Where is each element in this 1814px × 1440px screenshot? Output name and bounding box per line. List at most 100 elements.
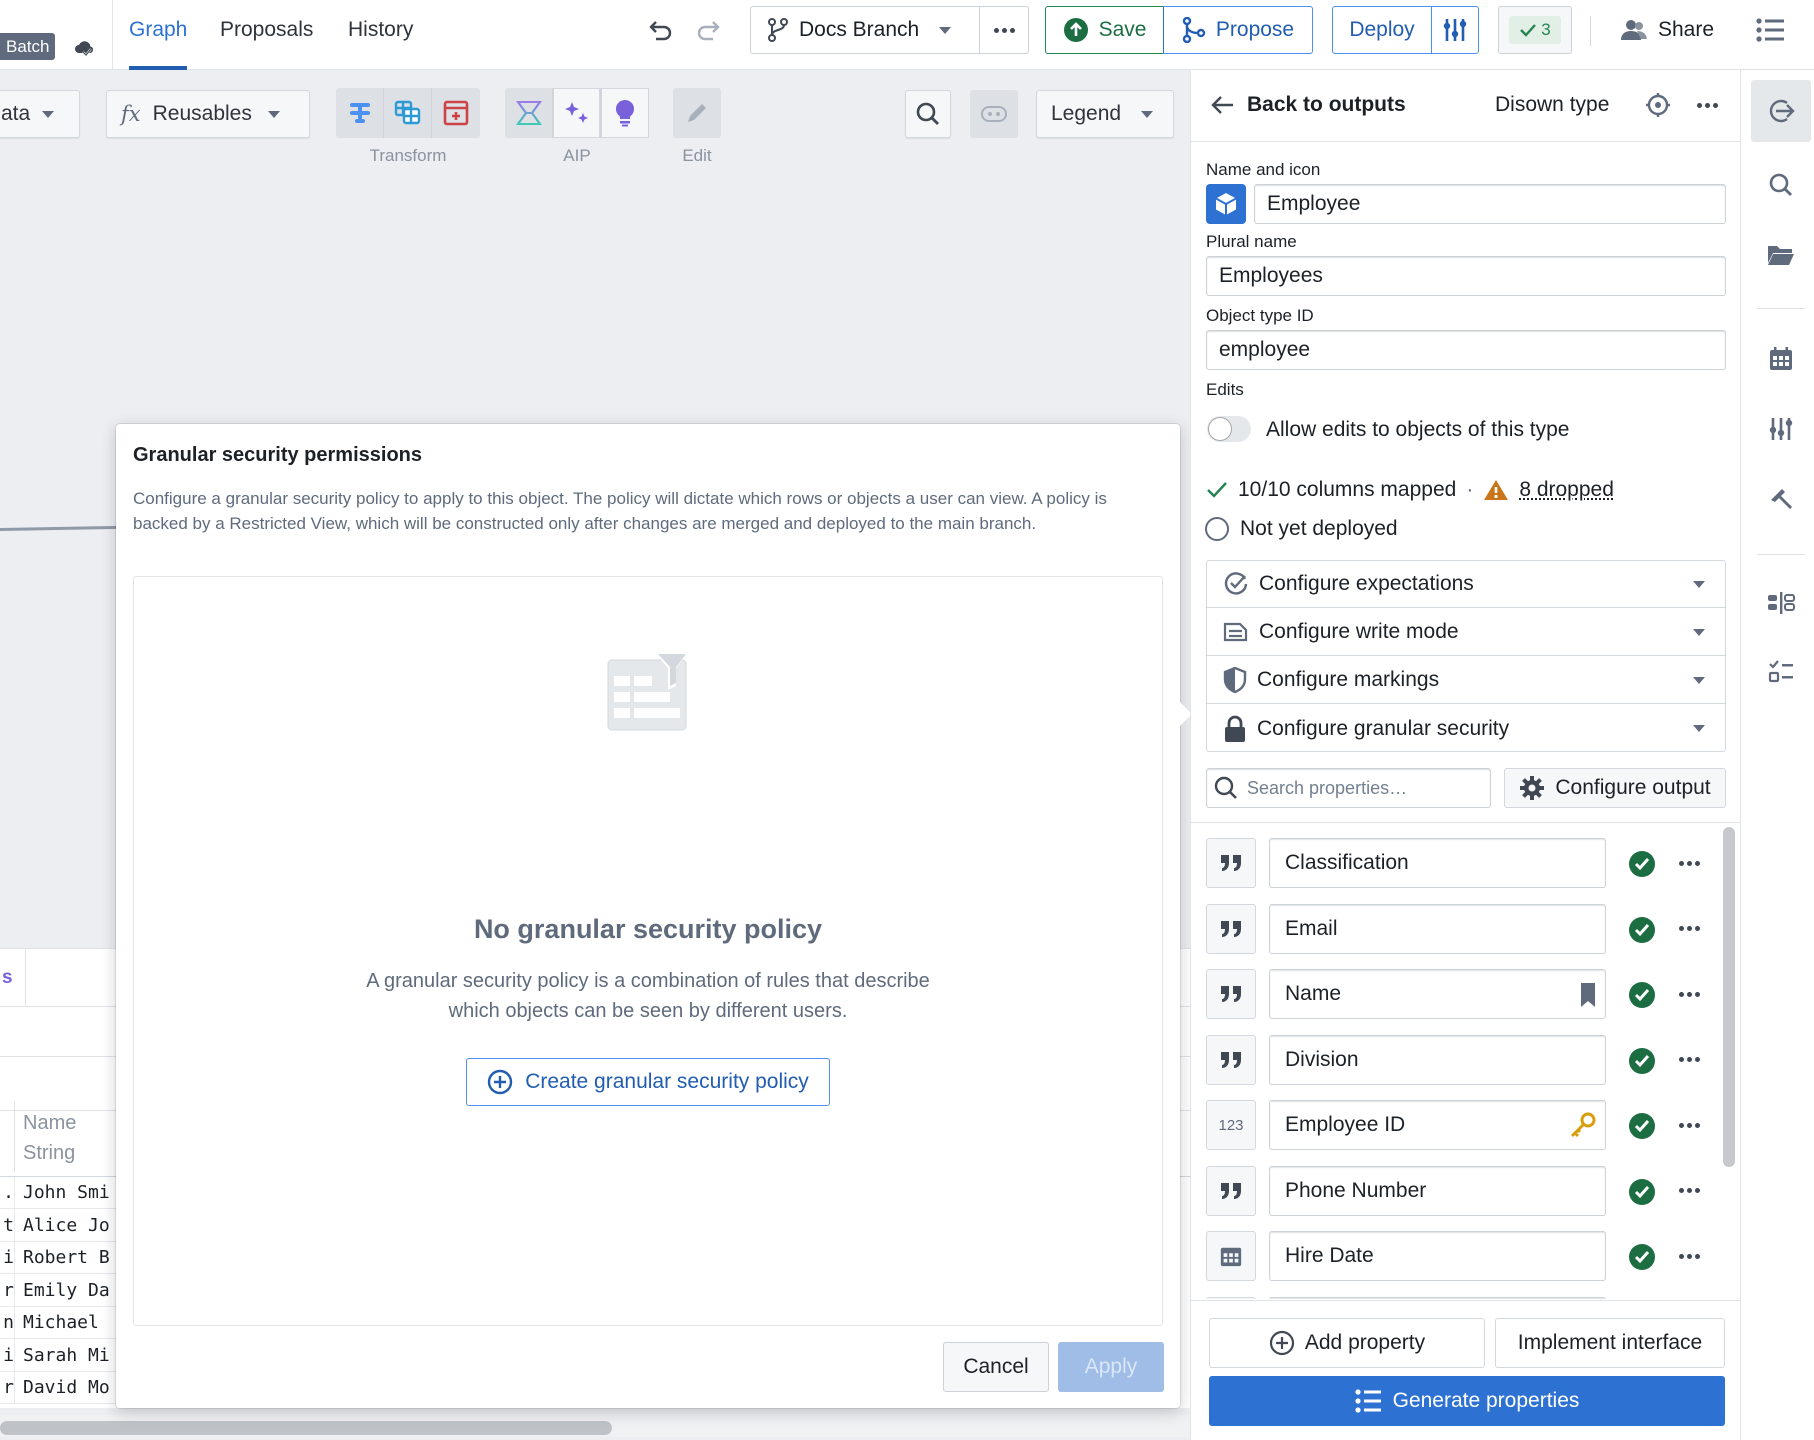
- more-options-icon[interactable]: [1671, 1243, 1707, 1269]
- tab-graph[interactable]: Graph: [129, 0, 188, 70]
- plural-name-input[interactable]: Employees: [1206, 256, 1726, 296]
- table-row[interactable]: n Michael: [0, 1307, 130, 1339]
- configure-granular-security[interactable]: Configure granular security: [1207, 705, 1725, 752]
- property-name-input[interactable]: Name: [1269, 969, 1606, 1019]
- allow-edits-toggle[interactable]: [1207, 416, 1251, 442]
- legend-dropdown[interactable]: Legend: [1036, 90, 1174, 138]
- llm-transform-icon[interactable]: [505, 88, 553, 138]
- configure-write-mode[interactable]: Configure write mode: [1207, 609, 1725, 656]
- rail-calendar[interactable]: [1751, 328, 1811, 390]
- property-name-input[interactable]: Classification: [1269, 838, 1606, 888]
- legend-label: Legend: [1051, 102, 1122, 125]
- cancel-button[interactable]: Cancel: [943, 1342, 1049, 1392]
- property-name-input[interactable]: Division: [1269, 1034, 1606, 1085]
- search-properties-input[interactable]: Search properties…: [1206, 768, 1491, 808]
- tab-proposals[interactable]: Proposals: [220, 0, 313, 70]
- rail-columns[interactable]: [1751, 572, 1811, 634]
- object-icon-picker[interactable]: [1206, 184, 1246, 224]
- dialog-description: Configure a granular security policy to …: [133, 489, 1107, 533]
- rail-checklist[interactable]: [1751, 640, 1811, 702]
- rail-sliders[interactable]: [1751, 398, 1811, 460]
- preview-tab[interactable]: s: [0, 950, 26, 1006]
- hammer-icon: [1771, 489, 1792, 509]
- horizontal-scrollbar[interactable]: [0, 1421, 612, 1435]
- rail-folder[interactable]: [1751, 224, 1811, 286]
- save-button[interactable]: Save: [1045, 6, 1164, 54]
- table-row[interactable]: i Sarah Mi: [0, 1339, 130, 1372]
- propose-button[interactable]: Propose: [1163, 6, 1313, 54]
- more-options-icon[interactable]: [1671, 1112, 1707, 1138]
- string-type-icon[interactable]: [1206, 838, 1256, 888]
- redo-icon[interactable]: [692, 14, 724, 46]
- more-options-icon[interactable]: [1689, 90, 1725, 120]
- type-icon[interactable]: [1206, 1296, 1256, 1299]
- add-column-icon[interactable]: [432, 88, 480, 138]
- filter-rows-icon[interactable]: [336, 88, 384, 138]
- object-type-id-input[interactable]: employee: [1206, 330, 1726, 370]
- more-options-icon[interactable]: [1671, 850, 1707, 876]
- apply-button[interactable]: Apply: [1058, 1342, 1164, 1392]
- rail-search[interactable]: [1751, 154, 1811, 216]
- reusables-dropdown[interactable]: fx Reusables: [106, 90, 310, 138]
- name-input[interactable]: Employee: [1254, 184, 1726, 224]
- back-to-outputs-button[interactable]: Back to outputs: [1211, 82, 1406, 128]
- deploy-settings-button[interactable]: [1431, 6, 1479, 54]
- string-type-icon[interactable]: [1206, 1165, 1256, 1216]
- table-row[interactable]: i Robert B: [0, 1242, 130, 1274]
- add-circle-icon: [487, 1069, 513, 1095]
- table-row[interactable]: r David Mo: [0, 1372, 130, 1404]
- more-options-icon[interactable]: [1671, 1178, 1707, 1204]
- more-options-icon[interactable]: [1671, 916, 1707, 942]
- implement-interface-button[interactable]: Implement interface: [1495, 1318, 1725, 1368]
- add-property-button[interactable]: Add property: [1209, 1318, 1485, 1368]
- calendar-icon[interactable]: [1206, 1231, 1256, 1281]
- configure-expectations[interactable]: Configure expectations: [1207, 561, 1725, 608]
- property-name-input[interactable]: Phone Number: [1269, 1165, 1606, 1216]
- generate-properties-button[interactable]: Generate properties: [1209, 1376, 1725, 1426]
- branch-more-button[interactable]: [979, 6, 1029, 54]
- config-sections: Configure expectations Configure write m…: [1206, 560, 1726, 752]
- list-icon[interactable]: [1750, 12, 1790, 48]
- table-row[interactable]: r Emily Da: [0, 1274, 130, 1307]
- column-header-name[interactable]: Name String: [14, 1102, 124, 1172]
- property-list-scrollbar[interactable]: [1723, 827, 1735, 1167]
- graph-edge: [0, 525, 121, 531]
- property-name-input[interactable]: Email: [1269, 903, 1606, 954]
- create-policy-button[interactable]: Create granular security policy: [466, 1058, 830, 1106]
- join-table-icon[interactable]: [384, 88, 432, 138]
- data-dropdown[interactable]: ata: [0, 90, 80, 138]
- table-row[interactable]: . John Smi: [0, 1177, 130, 1209]
- edit-group-label: Edit: [682, 146, 712, 165]
- more-options-icon[interactable]: [1671, 1047, 1707, 1073]
- property-name-input[interactable]: Hire Date: [1269, 1231, 1606, 1281]
- more-options-icon[interactable]: [1671, 981, 1707, 1007]
- configure-output-button[interactable]: Configure output: [1504, 768, 1726, 808]
- string-type-icon[interactable]: [1206, 969, 1256, 1019]
- checks-button[interactable]: 3: [1498, 6, 1572, 54]
- tab-history[interactable]: History: [348, 0, 413, 70]
- pencil-icon[interactable]: [673, 88, 721, 138]
- dropped-columns-link[interactable]: 8 dropped: [1519, 478, 1614, 502]
- table-cell-name: Robert B: [14, 1242, 110, 1273]
- deploy-button[interactable]: Deploy: [1332, 6, 1432, 54]
- configure-markings[interactable]: Configure markings: [1207, 657, 1725, 704]
- sparkle-icon[interactable]: [553, 88, 601, 138]
- empty-desc-line: A granular security policy is a combinat…: [366, 970, 930, 992]
- property-name-input[interactable]: [1269, 1296, 1606, 1299]
- share-button[interactable]: Share: [1612, 8, 1722, 52]
- locate-icon[interactable]: [1643, 90, 1673, 120]
- rail-output[interactable]: [1751, 80, 1811, 142]
- disown-type-button[interactable]: Disown type: [1495, 82, 1609, 128]
- integer-type-icon[interactable]: 123: [1206, 1100, 1256, 1150]
- table-row[interactable]: t Alice Jo: [0, 1209, 130, 1242]
- string-type-icon[interactable]: [1206, 1034, 1256, 1085]
- undo-icon[interactable]: [645, 14, 677, 46]
- branch-selector[interactable]: Docs Branch: [750, 6, 980, 54]
- cloud-check-icon[interactable]: [72, 36, 98, 62]
- rail-build[interactable]: [1751, 468, 1811, 530]
- toggle-view-icon[interactable]: [970, 90, 1018, 138]
- property-name-input[interactable]: Employee ID: [1269, 1100, 1606, 1150]
- lightbulb-icon[interactable]: [601, 88, 649, 138]
- search-button[interactable]: [905, 90, 951, 138]
- string-type-icon[interactable]: [1206, 903, 1256, 954]
